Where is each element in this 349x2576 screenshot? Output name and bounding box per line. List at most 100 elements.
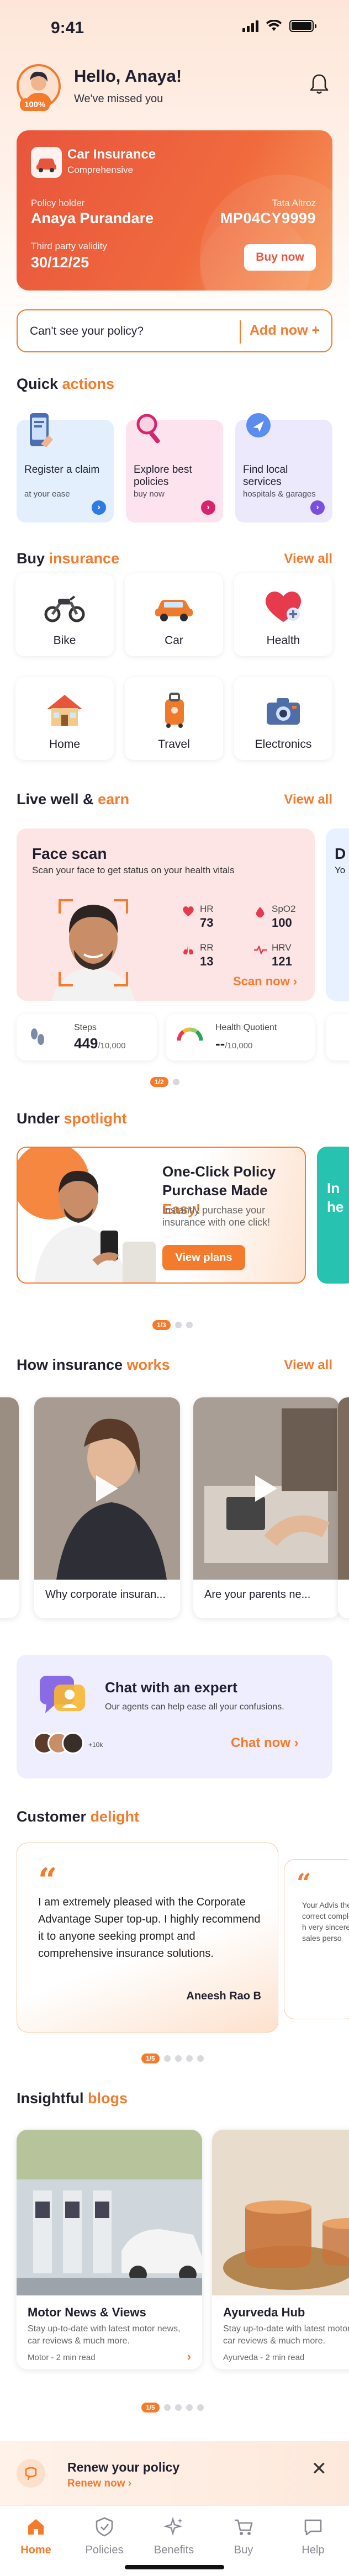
buy-tile-bike[interactable]: Bike: [15, 573, 114, 656]
steps-value: 449: [74, 1035, 98, 1052]
video-card[interactable]: Why corporate insuran...: [34, 1397, 180, 1618]
buy-tile-label: Car: [165, 634, 183, 647]
man-with-phone-illustration: [18, 1148, 156, 1282]
video-title: Why corporate insuran...: [45, 1588, 166, 1601]
blog-thumbnail: [17, 2130, 202, 2295]
live-well-pager: 1/2: [150, 1077, 179, 1087]
gauge-icon: [177, 1027, 203, 1041]
home-indicator: [125, 2565, 224, 2569]
face-scan-card[interactable]: Face scan Scan your face to get status o…: [17, 828, 315, 1001]
policy-title: Car Insurance: [67, 147, 156, 162]
vehicle-number: MP04CY9999: [220, 210, 316, 226]
blog-thumbnail: [212, 2130, 349, 2295]
spo2-drop-icon: [256, 907, 265, 918]
next-card-peek[interactable]: D Yo: [326, 828, 349, 1001]
footsteps-icon: [31, 1028, 44, 1045]
add-policy-bar: Can't see your policy? Add now +: [17, 309, 332, 352]
health-quotient-card[interactable]: Health Quotient --/10,000: [166, 1014, 315, 1060]
quote-icon: “: [38, 1861, 57, 1900]
buy-tile-health[interactable]: Health: [234, 573, 332, 656]
notification-bell-icon[interactable]: [309, 73, 329, 95]
next-testimonial-peek[interactable]: “ Your Advis the correct complete h very…: [284, 1859, 349, 2019]
nav-item-home[interactable]: Home: [6, 2516, 66, 2557]
chat-now-button[interactable]: Chat now ›: [231, 1735, 299, 1751]
video-card[interactable]: Are your parents ne...: [193, 1397, 339, 1618]
buy-tile-home[interactable]: Home: [15, 677, 114, 760]
nav-item-help[interactable]: Help: [283, 2516, 343, 2557]
chat-bubble-icon: [40, 1676, 85, 1713]
camera-icon: [267, 698, 300, 725]
nav-item-buy[interactable]: Buy: [213, 2516, 274, 2557]
blog-card[interactable]: Ayurveda Hub Stay up-to-date with latest…: [212, 2130, 349, 2369]
buy-tile-car[interactable]: Car: [125, 573, 223, 656]
vital-value: 100: [272, 916, 292, 930]
close-icon[interactable]: ✕: [311, 2458, 327, 2480]
video-card-next[interactable]: [338, 1397, 349, 1618]
how-works-view-all[interactable]: View all: [284, 1358, 332, 1373]
testimonial-text: I am extremely pleased with the Corporat…: [38, 1896, 261, 1960]
quick-action-register-claim[interactable]: Register a claim at your ease ›: [17, 413, 114, 522]
hrv-pulse-icon: [254, 946, 267, 954]
peek-title-line1: In: [327, 1180, 340, 1196]
blog-card[interactable]: Motor News & Views Stay up-to-date with …: [17, 2130, 202, 2369]
steps-card[interactable]: Steps 449/10,000: [17, 1014, 157, 1060]
buy-tile-label: Home: [49, 738, 81, 751]
renew-banner[interactable]: Renew your policy Renew now › ✕: [0, 2441, 349, 2505]
buy-tile-travel[interactable]: Travel: [125, 677, 223, 760]
battery-icon: [289, 20, 316, 32]
divider: [240, 320, 241, 344]
app-screen: 9:41 100% Hello, Anaya! We've missed you: [0, 0, 349, 2576]
quote-icon: “: [297, 1868, 311, 1898]
magnifier-icon: [136, 414, 160, 444]
scan-now-button[interactable]: Scan now ›: [233, 974, 297, 989]
chevron-right-icon[interactable]: ›: [187, 2350, 191, 2364]
greeting-text: Hello, Anaya!: [74, 66, 182, 86]
chat-card-title: Chat with an expert: [105, 1679, 237, 1696]
buy-tile-electronics[interactable]: Electronics: [234, 677, 332, 760]
peek-card-title: D: [335, 845, 346, 862]
buy-now-button[interactable]: Buy now: [244, 244, 316, 271]
home-icon: [28, 2519, 44, 2535]
spotlight-card-subtitle: Instantly purchase your insurance with o…: [162, 1205, 271, 1228]
cart-icon: [235, 2519, 253, 2535]
face-scan-portrait: [52, 899, 135, 1001]
chevron-right-icon: ›: [310, 500, 325, 515]
view-plans-button[interactable]: View plans: [162, 1245, 245, 1270]
policy-card[interactable]: Car Insurance Comprehensive Policy holde…: [17, 130, 332, 291]
status-time: 9:41: [51, 19, 84, 37]
spotlight-card[interactable]: One-Click Policy Purchase Made Easy! Ins…: [17, 1147, 306, 1284]
play-icon[interactable]: [96, 1475, 118, 1502]
next-spotlight-peek[interactable]: In he: [317, 1147, 349, 1284]
video-card-prev[interactable]: [0, 1397, 19, 1618]
blog-meta: Motor - 2 min read: [28, 2353, 96, 2362]
renew-now-link[interactable]: Renew now ›: [67, 2478, 131, 2490]
quick-action-label: Explore best policies: [134, 464, 192, 488]
lungs-icon: [183, 946, 193, 955]
add-now-button[interactable]: Add now +: [250, 323, 320, 339]
quick-action-find-services[interactable]: Find local services hospitals & garages …: [235, 413, 332, 522]
greeting-subtitle: We've missed you: [74, 93, 163, 105]
face-scan-title: Face scan: [32, 845, 107, 862]
spotlight-title: Under spotlight: [17, 1110, 127, 1127]
policy-holder-name: Anaya Purandare: [31, 210, 154, 226]
next-metric-peek[interactable]: [326, 1014, 349, 1060]
delight-pager: 1/5: [141, 2054, 204, 2063]
expert-count: +10k: [88, 1741, 103, 1749]
buy-tile-label: Travel: [158, 738, 190, 751]
nav-item-policies[interactable]: Policies: [74, 2516, 135, 2557]
testimonial-card[interactable]: “ I am extremely pleased with the Corpor…: [17, 1843, 278, 2033]
nav-item-benefits[interactable]: Benefits: [144, 2516, 204, 2557]
chat-icon: [304, 2519, 322, 2536]
vital-value: 13: [200, 954, 214, 968]
quick-action-explore-policies[interactable]: Explore best policies buy now ›: [126, 414, 223, 522]
vital-label: HR: [200, 904, 214, 914]
chat-expert-card[interactable]: Chat with an expert Our agents can help …: [17, 1655, 332, 1778]
health-quotient-value: --: [215, 1035, 225, 1052]
live-well-view-all[interactable]: View all: [284, 792, 332, 807]
buy-insurance-view-all[interactable]: View all: [284, 551, 332, 567]
policy-holder-label: Policy holder: [31, 198, 85, 208]
quick-action-sub: buy now: [134, 489, 165, 499]
renew-title: Renew your policy: [67, 2460, 180, 2474]
vital-value: 73: [200, 916, 214, 930]
play-icon[interactable]: [255, 1475, 277, 1502]
